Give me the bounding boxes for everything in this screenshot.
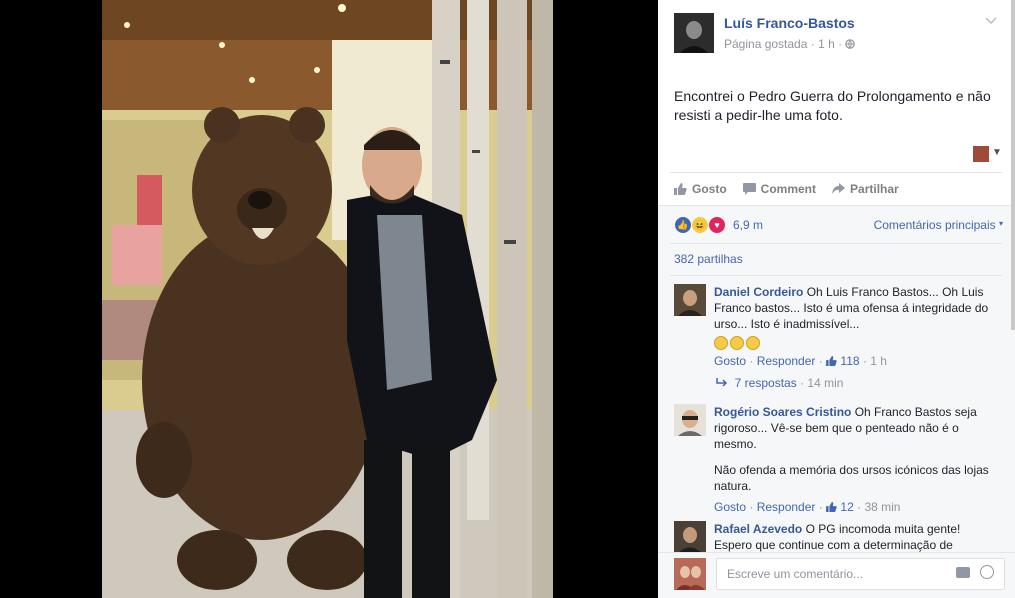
post-photo[interactable] (102, 0, 553, 598)
divider-2 (658, 205, 1015, 206)
like-label: Gosto (692, 182, 727, 196)
comment-icon (742, 183, 756, 195)
grin-emoji-icon (730, 335, 744, 350)
reply-arrow-icon (716, 378, 728, 387)
like-button[interactable]: Gosto (674, 180, 727, 198)
post-meta: Página gostada · 1 h · (724, 37, 856, 51)
comment-input[interactable] (725, 559, 949, 589)
divider (670, 172, 1002, 173)
commenter-avatar[interactable] (674, 521, 706, 552)
emoji-icon[interactable] (980, 565, 994, 579)
comment-composer (674, 558, 1005, 590)
view-replies-link[interactable]: 7 respostas · 14 min (716, 376, 843, 390)
comment-like-count-icon (826, 502, 837, 512)
comment-body: Rafael Azevedo O PG incomoda muita gente… (714, 521, 990, 552)
comment-time[interactable]: 1 h (870, 354, 887, 368)
comment-like-count-icon (826, 356, 837, 366)
photo-viewer-stage (0, 0, 658, 598)
scrollbar[interactable] (1011, 0, 1015, 330)
actor-selector-avatar[interactable] (973, 146, 989, 162)
sort-caret-icon: ▾ (998, 219, 1003, 228)
comment-author-link[interactable]: Rogério Soares Cristino (714, 405, 851, 419)
comment-like-count[interactable]: 12 (840, 500, 853, 514)
comment-author-link[interactable]: Rafael Azevedo (714, 522, 802, 536)
page-name-link[interactable]: Luís Franco-Bastos (724, 15, 855, 31)
viewer-avatar (674, 558, 706, 590)
reaction-count[interactable]: 6,9 m (733, 218, 763, 232)
post-time[interactable]: 1 h (818, 37, 835, 51)
liked-status: Página gostada (724, 37, 808, 51)
caret-down-icon[interactable]: ▼ (992, 147, 1002, 158)
page-avatar[interactable] (674, 13, 714, 53)
comment-actions: Gosto · Responder · 118 · 1 h (714, 354, 887, 368)
replies-count: 7 respostas (734, 376, 797, 390)
photo-illustration (102, 0, 553, 598)
shares-count[interactable]: 382 partilhas (674, 252, 743, 266)
comment-like-count[interactable]: 118 (840, 354, 859, 368)
comment-item: Rafael Azevedo O PG incomoda muita gente… (674, 521, 1004, 552)
post-header: Luís Franco-Bastos Página gostada · 1 h … (658, 0, 1015, 70)
divider-4 (670, 275, 1002, 276)
sort-label: Comentários principais (873, 218, 996, 232)
separator: · (810, 37, 819, 51)
globe-icon (845, 37, 856, 51)
share-icon (832, 183, 846, 194)
haha-reaction-icon: 😆 (691, 216, 709, 234)
comment-reply-link[interactable]: Responder (757, 500, 816, 514)
post-side-panel: Luís Franco-Bastos Página gostada · 1 h … (658, 0, 1015, 598)
comment-emojis (714, 334, 990, 350)
grin-emoji-icon (714, 335, 728, 350)
divider-5 (658, 552, 1015, 553)
post-text: Encontrei o Pedro Guerra do Prolongament… (674, 88, 991, 123)
chevron-down-icon[interactable] (985, 14, 997, 28)
comment-button[interactable]: Comment (742, 180, 817, 198)
reactions-summary[interactable]: 👍 😆 ♥ 6,9 m (674, 216, 763, 234)
comment-sort-dropdown[interactable]: Comentários principais ▾ (874, 218, 1003, 232)
comment-like-link[interactable]: Gosto (714, 500, 746, 514)
like-reaction-icon: 👍 (674, 216, 692, 234)
commenter-avatar[interactable] (674, 284, 706, 316)
share-button[interactable]: Partilhar (832, 180, 899, 198)
comment-body: Daniel Cordeiro Oh Luis Franco Bastos...… (714, 284, 990, 369)
comment-author-link[interactable]: Daniel Cordeiro (714, 285, 803, 299)
thumbs-up-icon (674, 183, 687, 195)
comment-like-link[interactable]: Gosto (714, 354, 746, 368)
comment-reply-link[interactable]: Responder (757, 354, 816, 368)
share-label: Partilhar (850, 182, 899, 196)
comment-input-box[interactable] (716, 558, 1005, 590)
replies-time: 14 min (807, 376, 844, 390)
comment-actions: Gosto · Responder · 12 · 38 min (714, 500, 901, 514)
comment-text-2: Não ofenda a memória dos ursos icónicos … (714, 463, 989, 493)
love-reaction-icon: ♥ (708, 216, 726, 234)
comment-body: Rogério Soares Cristino Oh Franco Bastos… (714, 404, 990, 515)
grin-emoji-icon (746, 335, 760, 350)
comment-time[interactable]: 38 min (864, 500, 900, 514)
camera-icon[interactable] (956, 567, 970, 578)
commenter-avatar[interactable] (674, 404, 706, 436)
comment-label: Comment (760, 182, 817, 196)
divider-3 (670, 243, 1002, 244)
action-bar: Gosto Comment Partilhar (674, 180, 899, 198)
